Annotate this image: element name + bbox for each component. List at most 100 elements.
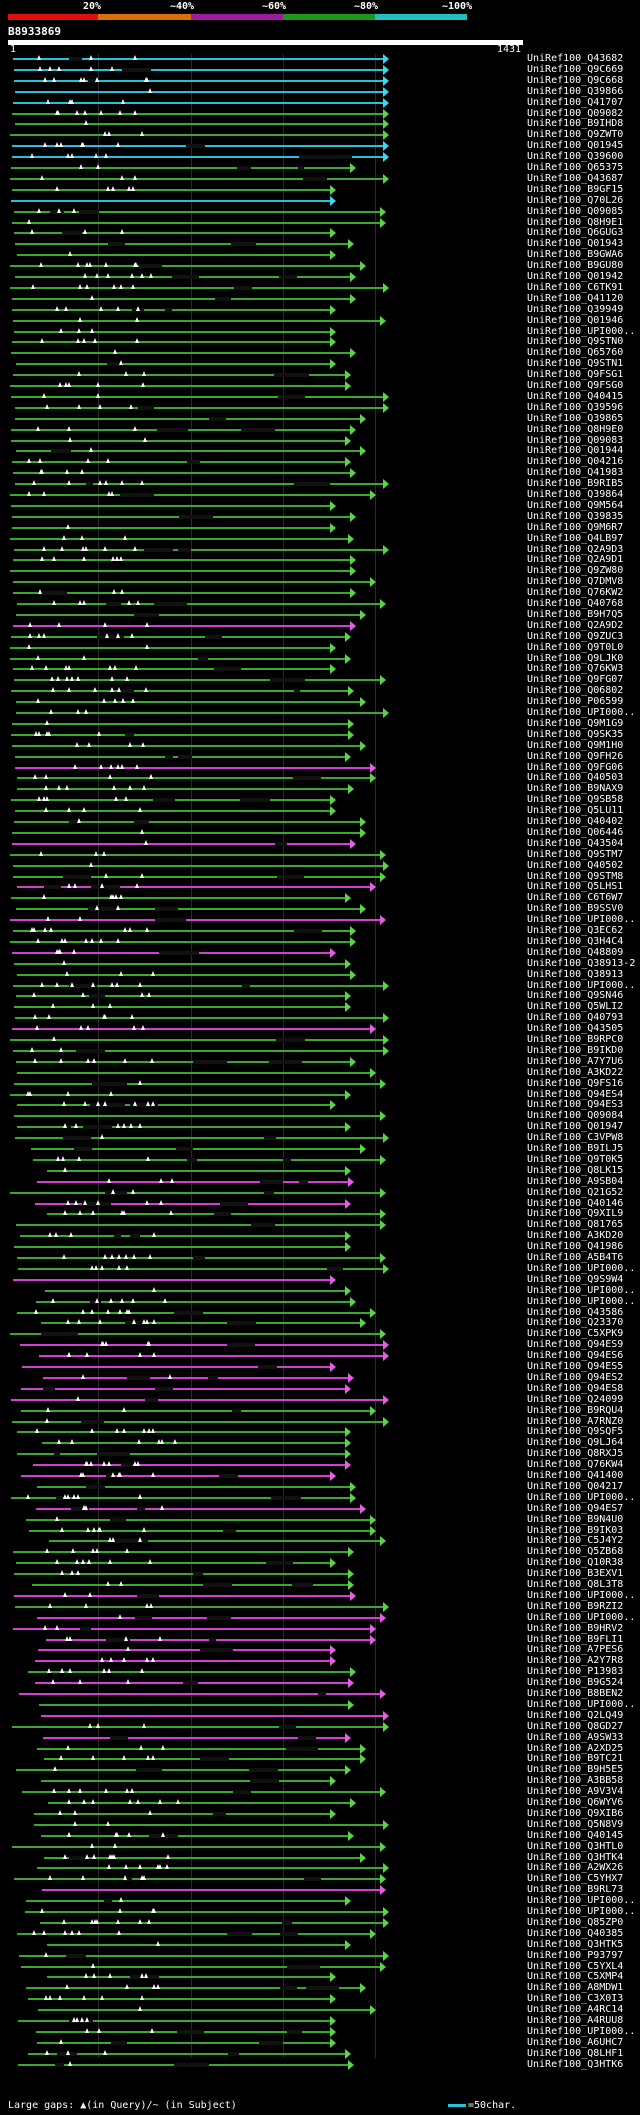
hit-label[interactable]: UniRef100_P06599	[527, 696, 623, 707]
hit-label[interactable]: UniRef100_UPI000..	[527, 2026, 635, 2037]
hit-label[interactable]: UniRef100_A9SW33	[527, 1732, 623, 1743]
hit-label[interactable]: UniRef100_Q43504	[527, 838, 623, 849]
hit-label[interactable]: UniRef100_Q94ES3	[527, 1099, 623, 1110]
hit-label[interactable]: UniRef100_Q40768	[527, 598, 623, 609]
hit-label[interactable]: UniRef100_Q9T0K5	[527, 1154, 623, 1165]
hit-label[interactable]: UniRef100_Q39865	[527, 413, 623, 424]
hit-label[interactable]: UniRef100_Q39596	[527, 402, 623, 413]
hit-label[interactable]: UniRef100_A3KD22	[527, 1067, 623, 1078]
hit-label[interactable]: UniRef100_Q01943	[527, 238, 623, 249]
hit-label[interactable]: UniRef100_UPI000..	[527, 707, 635, 718]
hit-label[interactable]: UniRef100_C5YHX7	[527, 1873, 623, 1884]
hit-label[interactable]: UniRef100_C6TK91	[527, 282, 623, 293]
hit-label[interactable]: UniRef100_Q41986	[527, 1241, 623, 1252]
hit-label[interactable]: UniRef100_A6UHC7	[527, 2037, 623, 2048]
hit-label[interactable]: UniRef100_Q9SQF5	[527, 1426, 623, 1437]
hit-label[interactable]: UniRef100_Q43586	[527, 1307, 623, 1318]
hit-label[interactable]: UniRef100_Q9ZWT0	[527, 129, 623, 140]
hit-label[interactable]: UniRef100_Q76KW3	[527, 663, 623, 674]
hit-label[interactable]: UniRef100_C3VPW8	[527, 1132, 623, 1143]
hit-label[interactable]: UniRef100_Q40402	[527, 816, 623, 827]
hit-label[interactable]: UniRef100_B9G524	[527, 1677, 623, 1688]
hit-label[interactable]: UniRef100_Q9LJK0	[527, 653, 623, 664]
hit-label[interactable]: UniRef100_Q9FG06	[527, 762, 623, 773]
hit-label[interactable]: UniRef100_B9RQU4	[527, 1405, 623, 1416]
hit-label[interactable]: UniRef100_UPI000..	[527, 914, 635, 925]
hit-label[interactable]: UniRef100_B9H5E5	[527, 1764, 623, 1775]
hit-label[interactable]: UniRef100_UPI000..	[527, 1906, 635, 1917]
hit-label[interactable]: UniRef100_Q9FH26	[527, 751, 623, 762]
hit-label[interactable]: UniRef100_Q5ZB68	[527, 1546, 623, 1557]
hit-label[interactable]: UniRef100_Q8L3T8	[527, 1579, 623, 1590]
hit-label[interactable]: UniRef100_Q9XIB6	[527, 1808, 623, 1819]
hit-label[interactable]: UniRef100_Q41707	[527, 97, 623, 108]
hit-label[interactable]: UniRef100_Q3HTK6	[527, 2059, 623, 2070]
hit-label[interactable]: UniRef100_Q43682	[527, 53, 623, 64]
hit-label[interactable]: UniRef100_Q3HTK4	[527, 1852, 623, 1863]
hit-label[interactable]: UniRef100_A4RC14	[527, 2004, 623, 2015]
hit-label[interactable]: UniRef100_B9GWA6	[527, 249, 623, 260]
hit-label[interactable]: UniRef100_B9GU80	[527, 260, 623, 271]
hit-label[interactable]: UniRef100_Q2A9D3	[527, 544, 623, 555]
hit-label[interactable]: UniRef100_Q09082	[527, 108, 623, 119]
hit-label[interactable]: UniRef100_P93797	[527, 1950, 623, 1961]
hit-label[interactable]: UniRef100_Q94ES9	[527, 1339, 623, 1350]
hit-label[interactable]: UniRef100_Q9M1G9	[527, 718, 623, 729]
hit-label[interactable]: UniRef100_B9FLI1	[527, 1634, 623, 1645]
hit-label[interactable]: UniRef100_Q41400	[527, 1470, 623, 1481]
hit-label[interactable]: UniRef100_Q5LHS1	[527, 881, 623, 892]
hit-label[interactable]: UniRef100_Q06802	[527, 685, 623, 696]
hit-label[interactable]: UniRef100_Q9M564	[527, 500, 623, 511]
hit-label[interactable]: UniRef100_Q41983	[527, 467, 623, 478]
hit-label[interactable]: UniRef100_B9N4U0	[527, 1514, 623, 1525]
hit-label[interactable]: UniRef100_Q40793	[527, 1012, 623, 1023]
hit-label[interactable]: UniRef100_Q9M1H0	[527, 740, 623, 751]
hit-label[interactable]: UniRef100_Q9STN0	[527, 336, 623, 347]
hit-label[interactable]: UniRef100_Q65375	[527, 162, 623, 173]
hit-label[interactable]: UniRef100_Q40503	[527, 772, 623, 783]
hit-label[interactable]: UniRef100_B3EXV1	[527, 1568, 623, 1579]
hit-label[interactable]: UniRef100_Q38913	[527, 969, 623, 980]
hit-label[interactable]: UniRef100_C5XPK9	[527, 1328, 623, 1339]
hit-label[interactable]: UniRef100_B9HRV2	[527, 1623, 623, 1634]
hit-label[interactable]: UniRef100_Q76KW4	[527, 1459, 623, 1470]
hit-label[interactable]: UniRef100_Q9M6R7	[527, 522, 623, 533]
hit-label[interactable]: UniRef100_Q23370	[527, 1317, 623, 1328]
hit-label[interactable]: UniRef100_Q9SK35	[527, 729, 623, 740]
hit-label[interactable]: UniRef100_Q01942	[527, 271, 623, 282]
hit-label[interactable]: UniRef100_Q40415	[527, 391, 623, 402]
hit-label[interactable]: UniRef100_Q41120	[527, 293, 623, 304]
hit-label[interactable]: UniRef100_Q8LK15	[527, 1165, 623, 1176]
hit-label[interactable]: UniRef100_A7RNZ0	[527, 1416, 623, 1427]
hit-label[interactable]: UniRef100_Q94ES7	[527, 1503, 623, 1514]
hit-label[interactable]: UniRef100_Q7DMV8	[527, 576, 623, 587]
hit-label[interactable]: UniRef100_B9H7Q5	[527, 609, 623, 620]
hit-label[interactable]: UniRef100_UPI000..	[527, 1612, 635, 1623]
hit-label[interactable]: UniRef100_A4RUU8	[527, 2015, 623, 2026]
hit-label[interactable]: UniRef100_C6T6W7	[527, 892, 623, 903]
hit-label[interactable]: UniRef100_Q8GD27	[527, 1721, 623, 1732]
hit-label[interactable]: UniRef100_A9V3V4	[527, 1786, 623, 1797]
hit-label[interactable]: UniRef100_Q43505	[527, 1023, 623, 1034]
hit-label[interactable]: UniRef100_B9NAX9	[527, 783, 623, 794]
hit-label[interactable]: UniRef100_Q85ZP0	[527, 1917, 623, 1928]
hit-label[interactable]: UniRef100_Q39866	[527, 86, 623, 97]
hit-label[interactable]: UniRef100_B9ILJ5	[527, 1143, 623, 1154]
hit-label[interactable]: UniRef100_Q5WLI2	[527, 1001, 623, 1012]
hit-label[interactable]: UniRef100_Q8H9E1	[527, 217, 623, 228]
hit-label[interactable]: UniRef100_UPI000..	[527, 1263, 635, 1274]
hit-label[interactable]: UniRef100_Q40502	[527, 860, 623, 871]
hit-label[interactable]: UniRef100_Q9STM8	[527, 871, 623, 882]
hit-label[interactable]: UniRef100_Q9STM7	[527, 849, 623, 860]
hit-label[interactable]: UniRef100_Q39600	[527, 151, 623, 162]
hit-label[interactable]: UniRef100_Q9ZUC3	[527, 631, 623, 642]
hit-label[interactable]: UniRef100_A2WX26	[527, 1862, 623, 1873]
hit-label[interactable]: UniRef100_Q40385	[527, 1928, 623, 1939]
hit-label[interactable]: UniRef100_Q9S9W4	[527, 1274, 623, 1285]
hit-label[interactable]: UniRef100_Q3H4C4	[527, 936, 623, 947]
hit-label[interactable]: UniRef100_A8MDW1	[527, 1982, 623, 1993]
hit-label[interactable]: UniRef100_B9IKD0	[527, 1045, 623, 1056]
hit-label[interactable]: UniRef100_Q39949	[527, 304, 623, 315]
hit-label[interactable]: UniRef100_Q5LU11	[527, 805, 623, 816]
hit-label[interactable]: UniRef100_C3X0I3	[527, 1993, 623, 2004]
